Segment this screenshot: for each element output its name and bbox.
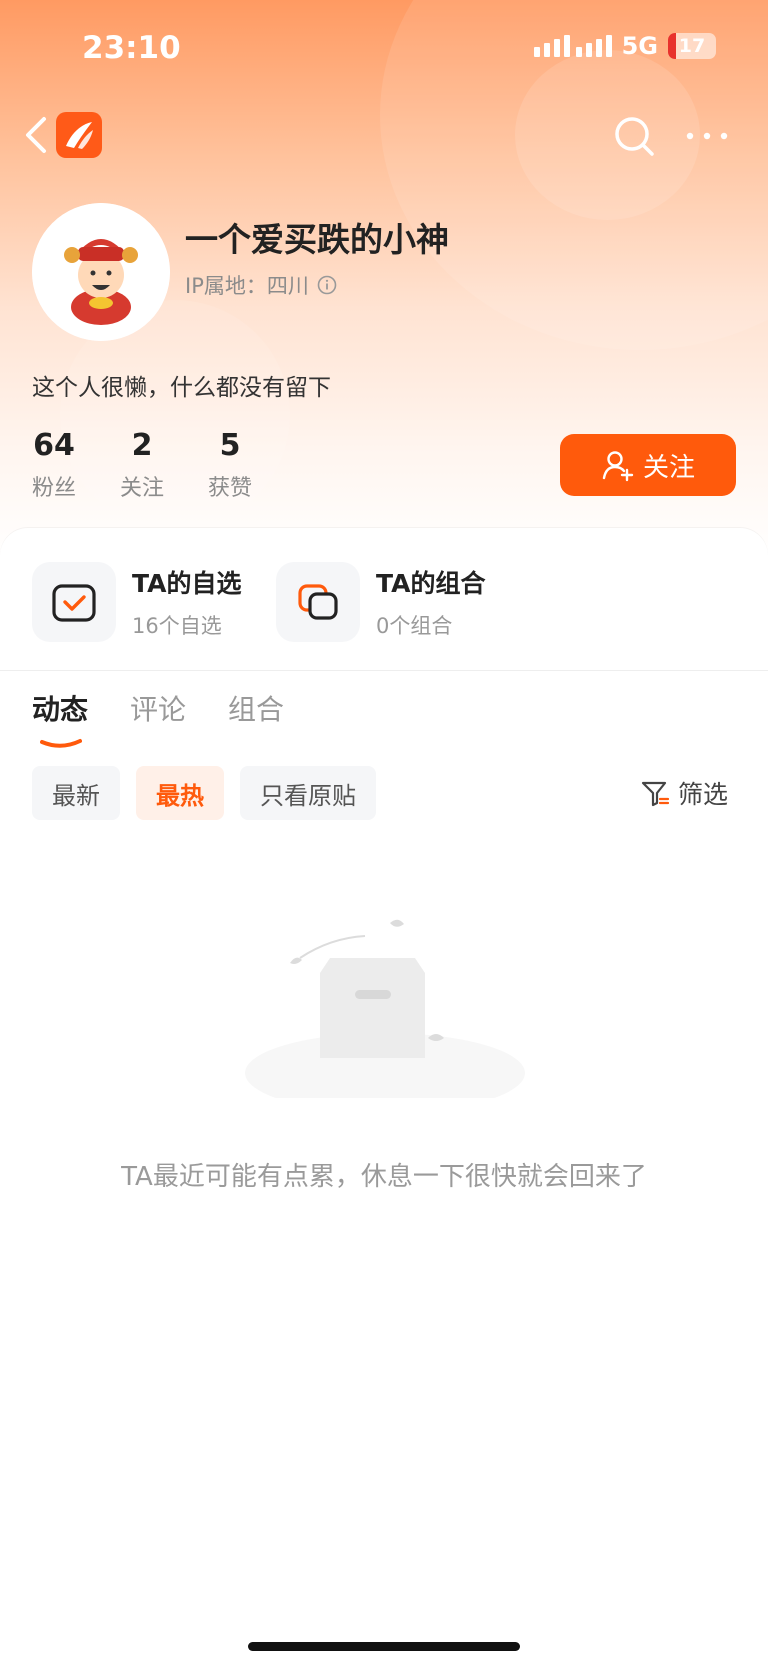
stat-likes[interactable]: 5 获赞 xyxy=(208,428,252,502)
portfolio-title: TA的组合 xyxy=(376,569,486,598)
stat-label: 获赞 xyxy=(208,476,253,501)
tab-label: 动态 xyxy=(32,693,89,726)
follow-label: 关注 xyxy=(642,451,695,482)
app-logo-icon[interactable] xyxy=(56,112,102,158)
avatar[interactable] xyxy=(32,203,170,341)
portfolio-count: 0个组合 xyxy=(376,614,453,638)
decor-bubble xyxy=(515,50,700,220)
watchlist-title: TA的自选 xyxy=(132,569,242,598)
filter-original-only[interactable]: 只看原贴 xyxy=(240,766,376,820)
network-type: 5G xyxy=(621,32,658,60)
info-icon[interactable] xyxy=(317,275,337,295)
tab-label: 评论 xyxy=(130,693,187,726)
battery-level: 17 xyxy=(678,35,706,57)
signal-icon xyxy=(533,35,612,57)
profile-page: 23:10 5G 17 一个爱买跌的小神 IP属地：四川 这个人很懒，什么都没有… xyxy=(0,0,768,1663)
avatar-image xyxy=(32,203,170,341)
follow-button[interactable]: 关注 xyxy=(560,434,736,496)
stat-label: 粉丝 xyxy=(32,476,77,501)
content-card: TA的自选 16个自选 TA的组合 0个组合 动态 评论 组合 最新 最热 只看… xyxy=(0,528,768,1663)
tab-portfolios[interactable]: 组合 xyxy=(228,688,284,728)
filter-icon xyxy=(641,781,670,807)
status-indicators: 5G 17 xyxy=(533,32,716,60)
stat-label: 关注 xyxy=(120,476,165,501)
chevron-left-icon xyxy=(26,117,46,153)
sort-filters: 最新 最热 只看原贴 xyxy=(32,766,376,820)
search-icon xyxy=(615,117,654,156)
ip-location-text: IP属地：四川 xyxy=(185,274,309,298)
watchlist-count: 16个自选 xyxy=(132,614,222,638)
watchlist-icon xyxy=(32,562,116,642)
stat-value: 5 xyxy=(219,428,241,463)
tab-posts[interactable]: 动态 xyxy=(32,688,89,748)
add-user-icon xyxy=(602,451,634,482)
filter-latest[interactable]: 最新 xyxy=(32,766,120,820)
search-button[interactable] xyxy=(610,112,660,162)
ip-location: IP属地：四川 xyxy=(185,270,337,300)
content-tabs: 动态 评论 组合 xyxy=(32,688,284,748)
profile-stats: 64 粉丝 2 关注 5 获赞 xyxy=(32,428,296,502)
bio: 这个人很懒，什么都没有留下 xyxy=(32,375,331,401)
profile-header-background: 23:10 5G 17 一个爱买跌的小神 IP属地：四川 这个人很懒，什么都没有… xyxy=(0,0,768,560)
tab-comments[interactable]: 评论 xyxy=(130,688,186,728)
empty-box-illustration xyxy=(245,919,525,1098)
status-time: 23:10 xyxy=(82,30,181,66)
divider xyxy=(0,670,768,671)
username: 一个爱买跌的小神 xyxy=(185,220,449,259)
battery-icon: 17 xyxy=(668,33,716,59)
watchlist-link[interactable]: TA的自选 16个自选 xyxy=(32,562,241,642)
more-button[interactable] xyxy=(684,124,730,148)
filter-button[interactable]: 筛选 xyxy=(628,766,728,820)
home-indicator[interactable] xyxy=(248,1642,520,1651)
active-tab-indicator xyxy=(40,739,82,748)
empty-state-message: TA最近可能有点累，休息一下很快就会回来了 xyxy=(121,1162,647,1192)
filter-hot[interactable]: 最热 xyxy=(136,766,224,820)
filter-label: 筛选 xyxy=(678,780,729,809)
more-dots-icon xyxy=(686,132,728,140)
stat-value: 2 xyxy=(131,428,153,463)
portfolio-icon xyxy=(276,562,360,642)
stat-value: 64 xyxy=(33,428,75,463)
portfolio-link[interactable]: TA的组合 0个组合 xyxy=(276,562,485,642)
stat-following[interactable]: 2 关注 xyxy=(120,428,164,502)
stat-fans[interactable]: 64 粉丝 xyxy=(32,428,76,502)
back-button[interactable] xyxy=(18,110,58,160)
tab-label: 组合 xyxy=(228,693,285,726)
